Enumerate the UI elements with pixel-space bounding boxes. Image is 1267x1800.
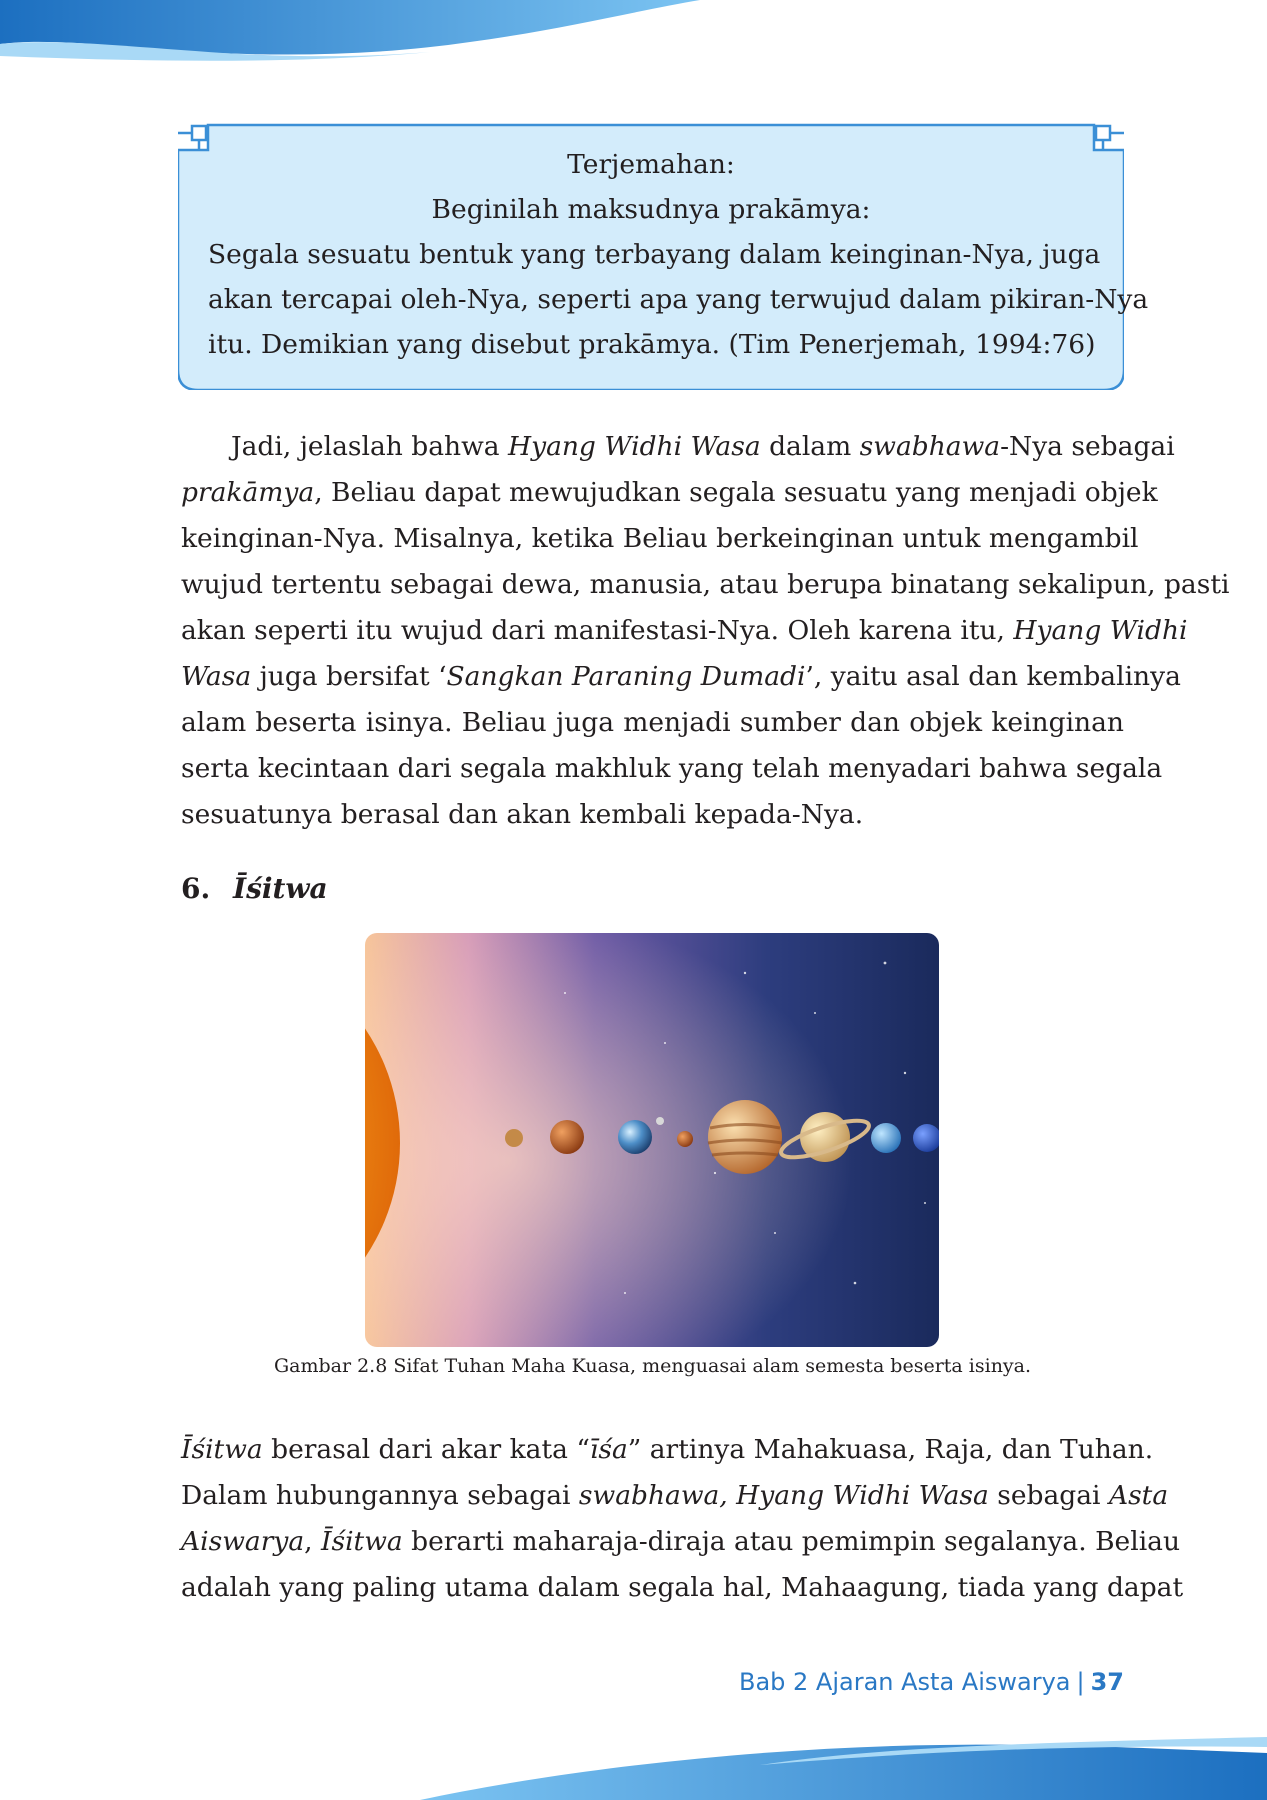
paragraph-line: Dalam hubungannya sebagai swabhawa, Hyan… [181, 1480, 1169, 1511]
section-heading: 6. Īśitwa [181, 872, 328, 905]
translation-line: itu. Demikian yang disebut prakāmya. (Ti… [208, 329, 1096, 360]
solar-system-image [365, 933, 939, 1347]
translation-line: akan tercapai oleh-Nya, seperti apa yang… [208, 284, 1149, 315]
paragraph-line: akan seperti itu wujud dari manifestasi-… [181, 615, 1188, 646]
page-footer: Bab 2 Ajaran Asta Aiswarya | 37 [739, 1668, 1124, 1696]
chapter-title: Bab 2 Ajaran Asta Aiswarya [738, 1668, 1071, 1696]
translation-box: Terjemahan: Beginilah maksudnya prakāmya… [178, 112, 1149, 390]
paragraph-prakamya: Jadi, jelaslah bahwa Hyang Widhi Wasa da… [181, 424, 1230, 838]
translation-text: Terjemahan: Beginilah maksudnya prakāmya… [208, 142, 1149, 367]
footer-separator: | [1076, 1668, 1085, 1696]
paragraph-line: serta kecintaan dari segala makhluk yang… [181, 753, 1163, 784]
paragraph-line: Jadi, jelaslah bahwa Hyang Widhi Wasa da… [231, 431, 1175, 462]
paragraph-line: Wasa juga bersifat ‘Sangkan Paraning Dum… [181, 661, 1181, 692]
paragraph-isitwa: Īśitwa berasal dari akar kata “īśa” arti… [181, 1427, 1184, 1611]
paragraph-line: keinginan-Nya. Misalnya, ketika Beliau b… [181, 523, 1139, 554]
bottom-wave-decoration [420, 1737, 1267, 1800]
paragraph-line: adalah yang paling utama dalam segala ha… [181, 1572, 1184, 1603]
translation-line: Segala sesuatu bentuk yang terbayang dal… [208, 239, 1101, 270]
top-wave-decoration [0, 0, 700, 61]
paragraph-line: Īśitwa berasal dari akar kata “īśa” arti… [181, 1434, 1154, 1465]
paragraph-line: alam beserta isinya. Beliau juga menjadi… [181, 707, 1124, 738]
section-number: 6. [181, 872, 211, 905]
paragraph-line: prakāmya, Beliau dapat mewujudkan segala… [181, 477, 1158, 508]
paragraph-line: Aiswarya, Īśitwa berarti maharaja-diraja… [181, 1526, 1181, 1557]
page-number: 37 [1090, 1668, 1124, 1696]
translation-title: Terjemahan: [567, 149, 735, 180]
figure-caption: Gambar 2.8 Sifat Tuhan Maha Kuasa, mengu… [273, 1355, 1032, 1377]
paragraph-line: wujud tertentu sebagai dewa, manusia, at… [181, 569, 1230, 600]
paragraph-line: sesuatunya berasal dan akan kembali kepa… [181, 799, 864, 830]
translation-line: Beginilah maksudnya prakāmya: [431, 194, 871, 225]
section-title: Īśitwa [233, 872, 328, 905]
